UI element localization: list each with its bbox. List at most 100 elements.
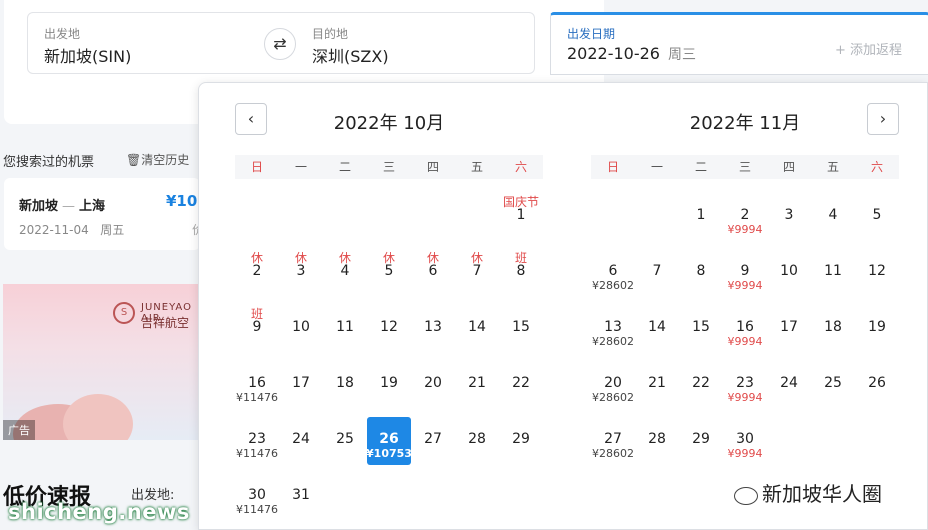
calendar-day[interactable]: 24 xyxy=(279,417,323,465)
history-date: 2022-11-04 周五 xyxy=(19,221,124,238)
calendar-day[interactable]: 8 xyxy=(679,249,723,297)
calendar-day[interactable]: 休3 xyxy=(279,249,323,297)
calendar-day[interactable]: 20 ¥28602 xyxy=(591,361,635,409)
day-number: 30 xyxy=(248,487,266,503)
calendar-day[interactable]: 班8 xyxy=(499,249,543,297)
destination-value: 深圳(SZX) xyxy=(312,47,389,66)
day-number: 10 xyxy=(292,319,310,335)
calendar-day[interactable]: 15 xyxy=(499,305,543,353)
calendar-day[interactable]: 27 ¥28602 xyxy=(591,417,635,465)
calendar-day[interactable]: 20 xyxy=(411,361,455,409)
calendar-day[interactable]: 22 xyxy=(499,361,543,409)
calendar-day[interactable]: 6 ¥28602 xyxy=(591,249,635,297)
calendar-day[interactable]: 休5 xyxy=(367,249,411,297)
next-month-button[interactable]: › xyxy=(867,103,899,135)
prev-month-button[interactable]: ‹ xyxy=(235,103,267,135)
brand-text: 新加坡华人圈 xyxy=(762,482,882,506)
calendar-day[interactable]: 10 xyxy=(767,249,811,297)
calendar-day[interactable]: 5 xyxy=(855,193,899,241)
calendar-day[interactable]: 16 ¥9994 xyxy=(723,305,767,353)
calendar-day[interactable]: 21 xyxy=(635,361,679,409)
calendar-day[interactable]: 23 ¥9994 xyxy=(723,361,767,409)
day-number: 6 xyxy=(608,263,618,279)
calendar-day[interactable]: 12 xyxy=(367,305,411,353)
calendar-day[interactable]: 29 xyxy=(499,417,543,465)
calendar-day[interactable]: 13 xyxy=(411,305,455,353)
calendar-day[interactable]: 7 xyxy=(635,249,679,297)
calendar-day[interactable]: 18 xyxy=(811,305,855,353)
month-title: 2022年 11月 xyxy=(689,113,801,134)
calendar-day[interactable]: 25 xyxy=(323,417,367,465)
day-number: 24 xyxy=(780,375,798,391)
calendar-day[interactable]: 17 xyxy=(767,305,811,353)
departure-field[interactable]: 出发地 新加坡(SIN) xyxy=(27,12,281,74)
calendar-day-selected[interactable]: 26 ¥10753 xyxy=(366,417,412,465)
day-number: 19 xyxy=(868,319,886,335)
calendar-day[interactable]: 13 ¥28602 xyxy=(591,305,635,353)
calendar-day[interactable]: 19 xyxy=(367,361,411,409)
calendar-day[interactable]: 28 xyxy=(455,417,499,465)
ad-banner[interactable]: S JUNEYAO AIR 吉祥航空 广告 xyxy=(3,284,203,440)
day-number: 2 xyxy=(740,207,750,223)
date-label: 出发日期 xyxy=(567,27,616,41)
calendar-day[interactable]: 1 xyxy=(679,193,723,241)
calendar-day[interactable]: 19 xyxy=(855,305,899,353)
calendar-day[interactable]: 3 xyxy=(767,193,811,241)
calendar-day[interactable]: 30 ¥9994 xyxy=(723,417,767,465)
ad-decoration xyxy=(63,394,133,440)
calendar-day[interactable]: 17 xyxy=(279,361,323,409)
day-number: 4 xyxy=(828,207,838,223)
calendar-day[interactable]: 2 ¥9994 xyxy=(723,193,767,241)
calendar-day[interactable]: 18 xyxy=(323,361,367,409)
calendar-day[interactable]: 16 ¥11476 xyxy=(235,361,279,409)
day-number: 27 xyxy=(424,431,442,447)
calendar-day[interactable]: 11 xyxy=(811,249,855,297)
day-number: 9 xyxy=(252,319,262,335)
calendar-day[interactable]: 24 xyxy=(767,361,811,409)
calendar-day[interactable]: 27 xyxy=(411,417,455,465)
calendar-day[interactable]: 11 xyxy=(323,305,367,353)
airline-logo-icon: S xyxy=(113,302,135,324)
calendar-day[interactable]: 休7 xyxy=(455,249,499,297)
date-value: 2022-10-26 周三 xyxy=(567,44,696,64)
calendar-day[interactable]: 12 xyxy=(855,249,899,297)
history-date-text: 2022-11-04 xyxy=(19,223,89,237)
history-card[interactable]: 新加坡—上海 ¥109 2022-11-04 周五 价 xyxy=(4,178,208,250)
calendar-day[interactable]: 30 ¥11476 xyxy=(235,473,279,521)
calendar-day[interactable]: 国庆节 1 xyxy=(499,193,543,241)
calendar-day[interactable]: 28 xyxy=(635,417,679,465)
calendar-day[interactable]: 15 xyxy=(679,305,723,353)
calendar-day[interactable]: 4 xyxy=(811,193,855,241)
calendar-day[interactable]: 班9 xyxy=(235,305,279,353)
day-number: 14 xyxy=(468,319,486,335)
calendar-day[interactable]: 22 xyxy=(679,361,723,409)
day-number: 6 xyxy=(428,263,438,279)
day-number: 23 xyxy=(736,375,754,391)
calendar-day[interactable]: 休2 xyxy=(235,249,279,297)
clear-history-button[interactable]: 🗑清空历史 xyxy=(126,151,189,168)
day-number: 5 xyxy=(384,263,394,279)
calendar-day[interactable]: 休4 xyxy=(323,249,367,297)
calendar-day[interactable]: 25 xyxy=(811,361,855,409)
calendar-day[interactable]: 10 xyxy=(279,305,323,353)
wechat-icon xyxy=(734,486,758,505)
calendar-day[interactable]: 14 xyxy=(455,305,499,353)
calendar-day[interactable]: 23 ¥11476 xyxy=(235,417,279,465)
destination-field[interactable]: 目的地 深圳(SZX) xyxy=(280,12,535,74)
weekday-header: 日一二三四五六 xyxy=(591,155,899,179)
calendar-day[interactable]: 休6 xyxy=(411,249,455,297)
swap-icon[interactable]: ⇄ xyxy=(264,28,296,60)
calendar-day[interactable]: 21 xyxy=(455,361,499,409)
day-number: 28 xyxy=(648,431,666,447)
calendar-day[interactable]: 9 ¥9994 xyxy=(723,249,767,297)
departure-date-field[interactable]: 出发日期 2022-10-26 周三 + 添加返程 xyxy=(550,12,928,75)
day-number: 10 xyxy=(780,263,798,279)
calendar-day[interactable]: 14 xyxy=(635,305,679,353)
calendar-day[interactable]: 31 xyxy=(279,473,323,521)
brand-watermark: 新加坡华人圈 xyxy=(730,478,886,507)
day-number: 28 xyxy=(468,431,486,447)
day-price: ¥9994 xyxy=(727,279,763,292)
calendar-day[interactable]: 26 xyxy=(855,361,899,409)
add-return-button[interactable]: + 添加返程 xyxy=(835,39,902,58)
calendar-day[interactable]: 29 xyxy=(679,417,723,465)
